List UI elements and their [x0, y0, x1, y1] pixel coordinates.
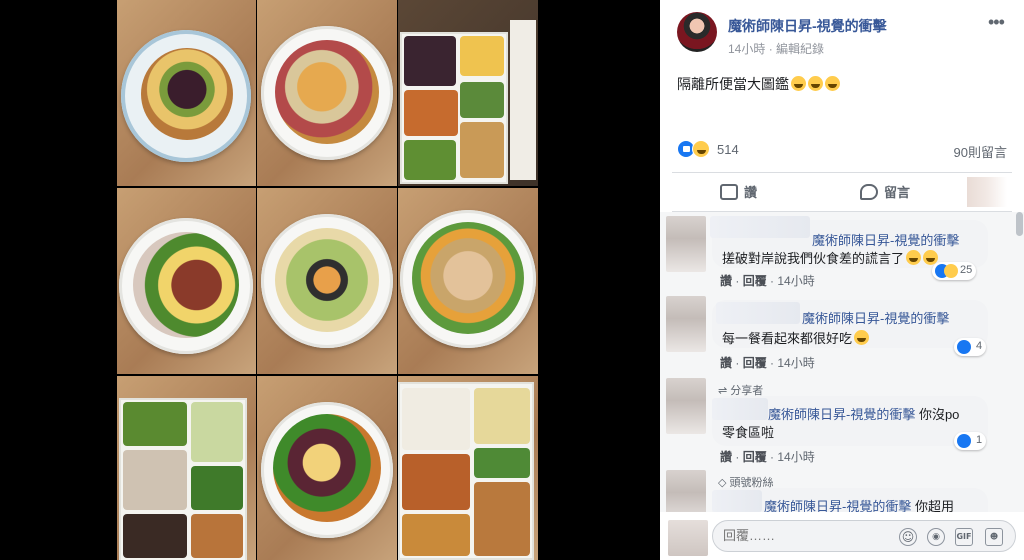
reply-input[interactable] — [723, 528, 873, 543]
post-time[interactable]: 14小時 — [728, 42, 765, 56]
post-meta: 14小時 · 編輯紀錄 — [728, 40, 824, 57]
mentioned-page-name-text: 魔術師陳日昇-視覺的衝擊 — [764, 499, 912, 512]
photo-tile-bowl-5 — [257, 188, 397, 374]
camera-icon[interactable]: ◉ — [927, 528, 945, 546]
reply-box[interactable]: ☺ ◉ GIF ☻ — [712, 520, 1016, 552]
blurred-commenter-name — [716, 302, 800, 324]
commenter-avatar[interactable] — [666, 378, 706, 434]
blurred-commenter-name — [710, 216, 810, 238]
comments-scrollbar[interactable] — [1016, 212, 1023, 236]
comment-button[interactable]: 留言 — [860, 182, 910, 201]
comment-text-content: 搓破對岸說我們伙食差的謊言了 — [722, 251, 905, 266]
comment-like-link[interactable]: 讚 — [720, 450, 732, 464]
comment-text-content: 每一餐看起來都很好吃 — [722, 331, 853, 346]
comment-reactions[interactable]: 25 — [932, 262, 977, 280]
comment-text: 搓破對岸說我們伙食差的謊言了 — [722, 248, 939, 267]
comment-reply-link[interactable]: 回覆 — [743, 450, 767, 464]
comment-reaction-count: 1 — [976, 434, 983, 446]
laughing-emoji-icon — [808, 76, 823, 91]
commenter-avatar[interactable] — [666, 216, 706, 272]
sticker-icon[interactable]: ☻ — [985, 528, 1003, 546]
emoji-icon[interactable]: ☺ — [899, 528, 917, 546]
thumbs-up-icon — [720, 184, 738, 200]
comment-reactions[interactable]: 1 — [954, 432, 987, 450]
more-dots-icon[interactable]: ••• — [988, 13, 1008, 31]
edit-history-link[interactable]: 編輯紀錄 — [776, 42, 824, 56]
comment-reaction-count: 4 — [976, 340, 983, 352]
haha-reaction-icon — [944, 264, 958, 278]
lunchbox-collage-photo[interactable] — [117, 0, 538, 560]
post-body: 隔離所便當大圖鑑 — [677, 76, 789, 92]
gif-icon[interactable]: GIF — [955, 528, 973, 546]
comment-time[interactable]: 14小時 — [777, 274, 814, 288]
meta-separator: · — [768, 42, 777, 56]
comment-text-inline: 你超用 — [911, 499, 954, 512]
photo-tile-box-9 — [398, 376, 538, 560]
comment-reaction-count: 25 — [960, 264, 973, 276]
haha-reaction-icon[interactable] — [692, 140, 710, 158]
like-reaction-icon — [957, 434, 971, 448]
comment-reactions[interactable]: 4 — [954, 338, 987, 356]
mentioned-page-name[interactable]: 魔術師陳日昇-視覺的衝擊 — [812, 230, 959, 249]
reaction-count[interactable]: 514 — [717, 142, 739, 157]
blurred-viewer-avatar — [967, 177, 1007, 207]
author-avatar[interactable] — [677, 12, 717, 52]
smile-emoji-icon — [854, 330, 870, 345]
photo-tile-bowl-6 — [398, 188, 538, 374]
mentioned-page-name[interactable]: 魔術師陳日昇-視覺的衝擊 — [802, 308, 949, 327]
comment-count[interactable]: 90則留言 — [954, 142, 1007, 161]
current-user-avatar — [668, 520, 708, 556]
photo-tile-bowl-2 — [257, 0, 397, 186]
laughing-emoji-icon — [825, 76, 840, 91]
comments-list[interactable]: 魔術師陳日昇-視覺的衝擊 搓破對岸說我們伙食差的謊言了 25 讚 · 回覆 · … — [660, 212, 1024, 512]
comment-like-link[interactable]: 讚 — [720, 274, 732, 288]
mentioned-page-name[interactable]: 魔術師陳日昇-視覺的衝擊 你沒po — [768, 404, 959, 423]
like-button-label: 讚 — [744, 185, 758, 200]
comment-text: 零食區啦 — [722, 425, 775, 440]
reply-bar: ☺ ◉ GIF ☻ — [660, 512, 1024, 560]
photo-tile-bowl-8 — [257, 376, 397, 560]
comment-links: 讚 · 回覆 · 14小時 — [720, 450, 815, 464]
comment-links: 讚 · 回覆 · 14小時 — [720, 356, 815, 370]
screen: 魔術師陳日昇-視覺的衝擊 14小時 · 編輯紀錄 ••• 隔離所便當大圖鑑 51… — [0, 0, 1024, 560]
reaction-summary: 514 90則留言 — [677, 140, 1007, 160]
commenter-avatar[interactable] — [666, 296, 706, 352]
blurred-commenter-name — [712, 490, 762, 512]
comment-like-link[interactable]: 讚 — [720, 356, 732, 370]
photo-tile-box-3 — [398, 0, 538, 186]
mentioned-page-name[interactable]: 魔術師陳日昇-視覺的衝擊 你超用 — [764, 496, 954, 512]
laughing-emoji-icon — [791, 76, 806, 91]
blurred-commenter-name — [712, 398, 768, 420]
mentioned-page-name-text: 魔術師陳日昇-視覺的衝擊 — [768, 407, 916, 422]
author-name[interactable]: 魔術師陳日昇-視覺的衝擊 — [728, 16, 887, 36]
comment-links: 讚 · 回覆 · 14小時 — [720, 274, 815, 288]
comment-reply-link[interactable]: 回覆 — [743, 274, 767, 288]
photo-viewer[interactable] — [0, 0, 660, 560]
rofl-emoji-icon — [906, 250, 922, 265]
post-actions: 讚 留言 — [672, 172, 1012, 212]
post-text: 隔離所便當大圖鑑 — [677, 74, 840, 94]
comment-text-inline: 你沒po — [915, 407, 960, 422]
photo-tile-bowl-1 — [117, 0, 256, 186]
comment-time[interactable]: 14小時 — [777, 356, 814, 370]
commenter-avatar[interactable] — [666, 470, 706, 512]
photo-tile-bowl-4 — [117, 188, 256, 374]
comment-reply-link[interactable]: 回覆 — [743, 356, 767, 370]
post-header: 魔術師陳日昇-視覺的衝擊 14小時 · 編輯紀錄 ••• — [660, 0, 1024, 70]
comment-button-label: 留言 — [884, 185, 911, 200]
photo-tile-box-7 — [117, 376, 256, 560]
comment-bubble-icon — [860, 184, 878, 200]
post-panel: 魔術師陳日昇-視覺的衝擊 14小時 · 編輯紀錄 ••• 隔離所便當大圖鑑 51… — [660, 0, 1024, 560]
comment-time[interactable]: 14小時 — [777, 450, 814, 464]
like-reaction-icon — [957, 340, 971, 354]
like-button[interactable]: 讚 — [720, 182, 757, 201]
comment-text: 每一餐看起來都很好吃 — [722, 328, 870, 347]
